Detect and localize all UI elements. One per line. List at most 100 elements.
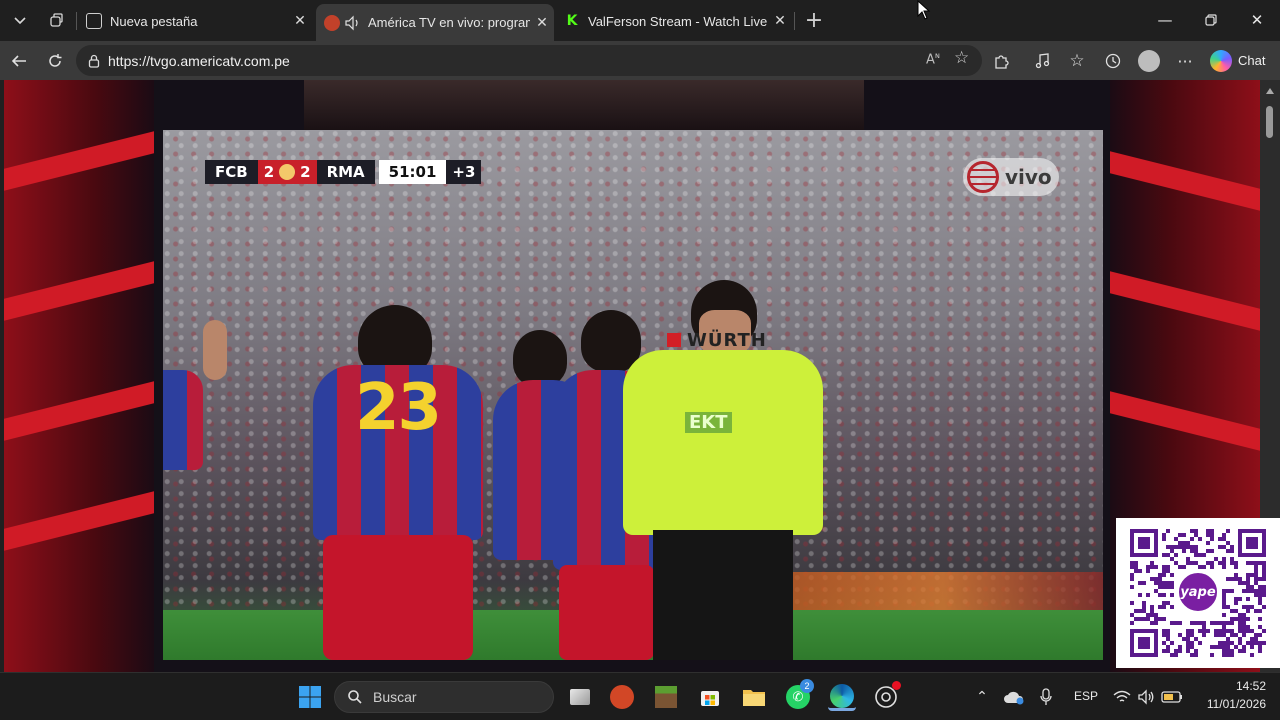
tab-nueva-pestana[interactable]: Nueva pestaña ✕ (78, 5, 312, 37)
chevron-up-icon: ⌃ (976, 689, 988, 705)
microphone-icon (1040, 688, 1052, 705)
workspaces-button[interactable] (42, 6, 70, 34)
extensions-button[interactable] (986, 46, 1016, 76)
refresh-button[interactable] (40, 46, 70, 76)
onedrive-button[interactable] (1000, 683, 1028, 711)
url-text: https://tvgo.americatv.com.pe (108, 52, 290, 69)
tab-title: ValFerson Stream - Watch Live on (588, 13, 768, 29)
battery-button[interactable] (1158, 683, 1186, 711)
favorites-list-icon: ☆ (1069, 51, 1085, 71)
scrollbar-thumb[interactable] (1266, 106, 1273, 138)
microsoft-store-icon (701, 691, 719, 706)
favorite-star-icon[interactable]: ☆ (954, 48, 969, 68)
taskbar-app-whatsapp[interactable]: ✆ 2 (784, 679, 814, 711)
jersey-number: 23 (355, 371, 442, 445)
referee-shirt (623, 350, 823, 535)
battery-icon (1161, 691, 1182, 703)
close-window-button[interactable]: ✕ (1234, 0, 1280, 40)
background-left-band (4, 80, 154, 672)
taskbar-app-edge[interactable] (828, 683, 856, 711)
america-tv-icon (324, 14, 340, 31)
sponsor-logo: WÜRTH (667, 330, 767, 351)
taskbar-app-file-explorer[interactable] (740, 683, 768, 711)
close-tab-icon[interactable]: ✕ (530, 11, 554, 35)
match-clock: 51:01 (378, 160, 447, 184)
decor-stripe (1110, 151, 1260, 211)
media-control-button[interactable] (1028, 46, 1058, 76)
minecraft-icon (655, 686, 677, 708)
wifi-icon (1113, 690, 1131, 702)
windows-taskbar: Buscar ✆ 2 ⌃ ESP 14:52 11/01/2026 (0, 672, 1280, 720)
live-video-player[interactable]: FCB 2 2 RMA 51:01 +3 vivo 23 WÜRTH EKT (163, 130, 1103, 660)
tab-title: Nueva pestaña (110, 13, 198, 29)
yape-qr-code: yape (1116, 518, 1280, 668)
powerpoint-icon (610, 685, 634, 709)
decor-stripe (4, 131, 154, 191)
score: 2 2 (257, 160, 317, 184)
read-aloud-icon[interactable]: Aɴ (926, 51, 940, 67)
taskbar-app-store[interactable] (696, 683, 724, 711)
browser-tab-strip: Nueva pestaña ✕ América TV en vivo: prog… (0, 0, 1280, 41)
referee: WÜRTH EKT (623, 280, 833, 660)
taskbar-app-chrome[interactable] (872, 681, 901, 711)
new-tab-page-icon (86, 13, 102, 29)
decor-stripe (4, 381, 154, 441)
new-tab-button[interactable]: + (800, 6, 828, 34)
avatar (1138, 50, 1160, 72)
settings-more-button[interactable]: ··· (1170, 46, 1200, 76)
kick-icon: K (564, 13, 580, 29)
clock-button[interactable]: 14:52 11/01/2026 (1196, 679, 1266, 715)
back-button[interactable] (4, 46, 34, 76)
taskbar-app-powerpoint[interactable] (608, 683, 636, 711)
page-content: FCB 2 2 RMA 51:01 +3 vivo 23 WÜRTH EKT (4, 80, 1260, 672)
address-bar[interactable]: https://tvgo.americatv.com.pe Aɴ ☆ (76, 45, 982, 76)
america-tv-globe-icon (967, 161, 999, 193)
shirt-patch: EKT (685, 412, 732, 433)
minimize-icon: — (1157, 11, 1173, 29)
close-tab-icon[interactable]: ✕ (288, 9, 312, 33)
lock-icon[interactable] (86, 53, 102, 69)
tab-separator (794, 12, 795, 30)
tab-title: América TV en vivo: programa (368, 15, 530, 30)
windows-logo-icon (299, 686, 321, 708)
edge-icon (830, 683, 854, 708)
mouse-cursor-icon (917, 0, 931, 20)
history-button[interactable] (1098, 46, 1128, 76)
decor-stripe (4, 491, 154, 551)
folder-icon (743, 690, 765, 706)
away-team: RMA (316, 160, 375, 184)
language-indicator[interactable]: ESP (1074, 689, 1098, 703)
restore-button[interactable] (1188, 0, 1234, 40)
task-view-button[interactable] (566, 683, 594, 711)
live-label: vivo (1005, 165, 1052, 189)
notification-badge: 2 (800, 679, 814, 693)
added-time: +3 (446, 160, 482, 184)
scroll-up-arrow-icon[interactable] (1266, 88, 1274, 94)
tab-actions-menu-button[interactable] (6, 6, 34, 34)
tab-valferson-stream[interactable]: K ValFerson Stream - Watch Live on ✕ (556, 5, 792, 37)
yape-logo: yape (1176, 570, 1220, 614)
puzzle-icon (995, 55, 1009, 69)
copilot-chat-button[interactable]: Chat (1206, 45, 1272, 76)
volume-button[interactable] (1132, 683, 1160, 711)
microphone-button[interactable] (1032, 683, 1060, 711)
speaker-icon[interactable] (344, 15, 362, 31)
arrow-left-icon (11, 55, 26, 67)
taskbar-search-box[interactable]: Buscar (334, 681, 554, 713)
show-hidden-icons-button[interactable]: ⌃ (968, 683, 996, 711)
competition-crest-icon (279, 164, 296, 180)
wurth-logo-icon (667, 333, 681, 347)
clock-time: 14:52 (1235, 679, 1266, 693)
start-button[interactable] (296, 683, 324, 711)
taskbar-app-minecraft[interactable] (652, 683, 680, 711)
favorites-button[interactable]: ☆ (1062, 46, 1092, 76)
tab-america-tv[interactable]: América TV en vivo: programa ✕ (316, 4, 554, 41)
scoreboard: FCB 2 2 RMA 51:01 +3 (205, 160, 482, 184)
close-tab-icon[interactable]: ✕ (768, 9, 792, 33)
search-placeholder: Buscar (373, 689, 417, 705)
profile-button[interactable] (1134, 46, 1164, 76)
home-team: FCB (205, 160, 258, 184)
referee-pants (653, 530, 793, 660)
minimize-button[interactable]: — (1142, 0, 1188, 40)
banner-photo (304, 80, 864, 130)
